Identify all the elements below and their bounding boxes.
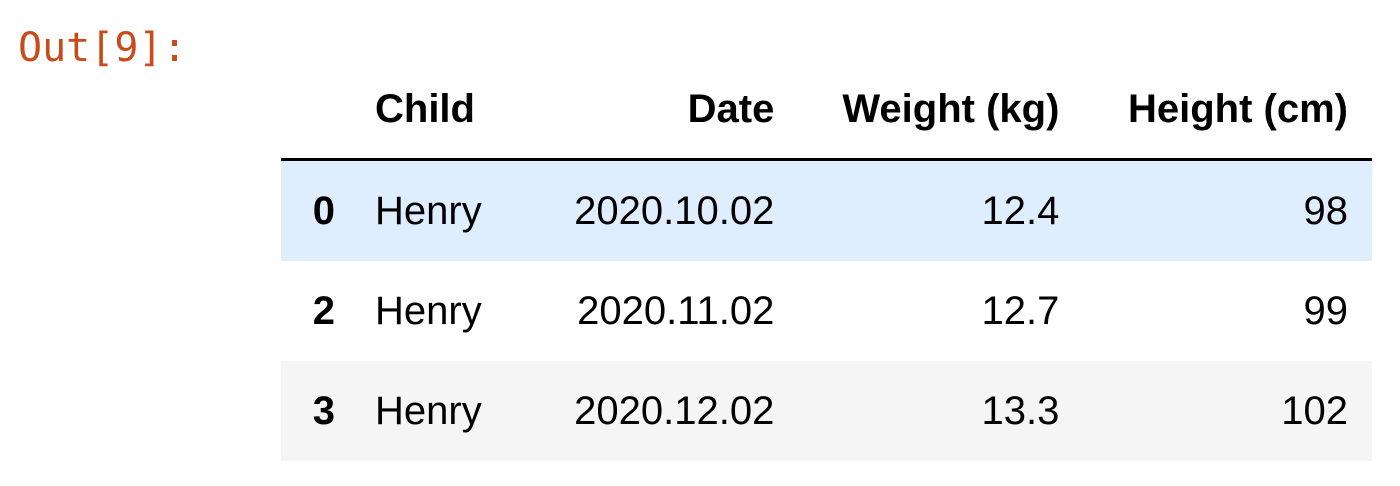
table-header: Child Date Weight (kg) Height (cm) (281, 60, 1372, 161)
table-row: 0 Henry 2020.10.02 12.4 98 (281, 159, 1372, 261)
column-header-height: Height (cm) (1083, 60, 1372, 161)
cell-date: 2020.12.02 (574, 388, 775, 433)
table-row: 3 Henry 2020.12.02 13.3 102 (281, 361, 1372, 461)
dataframe-table: Child Date Weight (kg) Height (cm) 0 Hen… (281, 60, 1372, 461)
cell-child: Henry (375, 388, 482, 433)
table-body: 0 Henry 2020.10.02 12.4 98 2 Henry 2020.… (281, 159, 1372, 461)
cell-weight: 13.3 (981, 388, 1060, 433)
cell-height: 99 (1303, 288, 1349, 333)
cell-child: Henry (375, 188, 482, 233)
cell-height: 98 (1303, 188, 1349, 233)
index-header (281, 60, 355, 161)
cell-date: 2020.11.02 (577, 288, 775, 333)
row-index: 2 (312, 288, 335, 333)
header-row: Child Date Weight (kg) Height (cm) (281, 60, 1372, 161)
column-header-child: Child (355, 60, 534, 161)
cell-date: 2020.10.02 (574, 188, 775, 233)
row-index: 0 (312, 188, 335, 233)
table-row: 2 Henry 2020.11.02 12.7 99 (281, 261, 1372, 361)
cell-child: Henry (375, 288, 482, 333)
cell-weight: 12.4 (981, 188, 1060, 233)
row-index: 3 (312, 388, 335, 433)
cell-weight: 12.7 (981, 288, 1060, 333)
column-header-date: Date (533, 60, 799, 161)
column-header-weight: Weight (kg) (798, 60, 1084, 161)
cell-height: 102 (1281, 388, 1348, 433)
output-prompt: Out[9]: (18, 25, 187, 71)
